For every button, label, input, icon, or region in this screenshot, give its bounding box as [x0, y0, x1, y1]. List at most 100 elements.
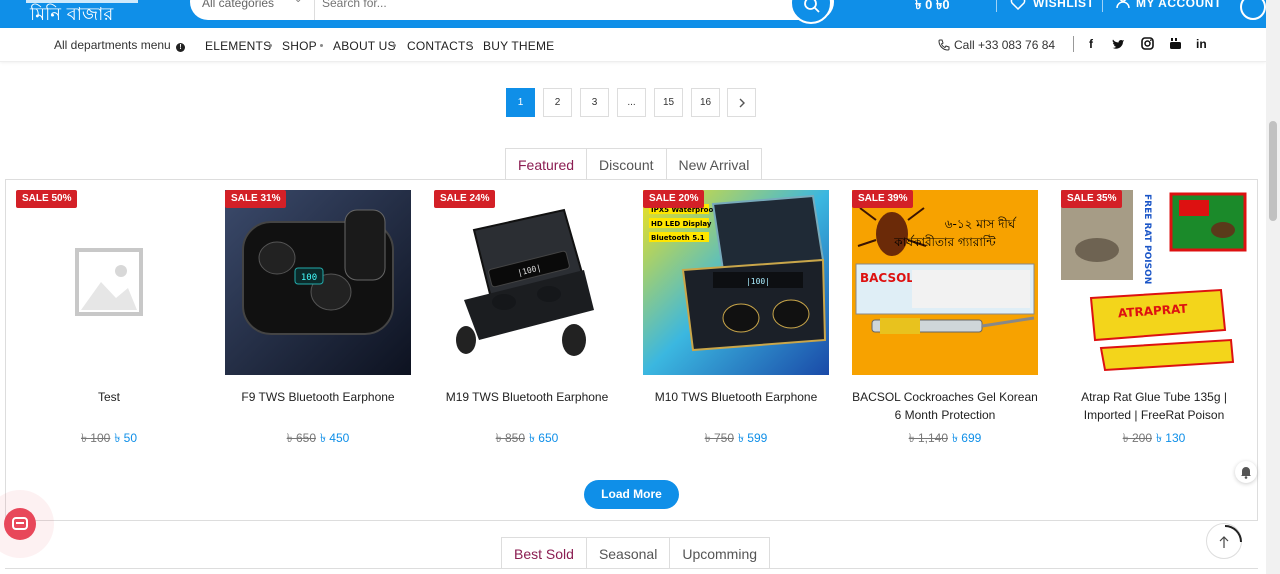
instagram-icon[interactable] [1141, 37, 1154, 50]
product-image-caption: ৬-১২ মাস দীর্ঘ [945, 217, 1018, 231]
old-price: ৳ 850 [495, 431, 525, 445]
svg-text:100: 100 [301, 273, 317, 283]
product-card[interactable] [16, 190, 202, 375]
chevron-right-icon [739, 98, 745, 108]
search-divider [314, 0, 315, 20]
product-card[interactable]: IPX5 Waterproof HD LED Display Bluetooth… [643, 190, 829, 375]
notification-bell-icon[interactable] [1235, 461, 1257, 483]
product-price: ৳ 1,140 ৳ 699 [852, 430, 1038, 450]
nav-item-shop[interactable]: SHOP [282, 39, 317, 53]
page-button-16[interactable]: 16 [691, 88, 720, 117]
departments-menu[interactable]: All departments menu [54, 38, 171, 52]
sale-badge: SALE 20% [643, 190, 705, 208]
nav-item-contacts[interactable]: CONTACTS [407, 39, 474, 53]
product-name[interactable]: F9 TWS Bluetooth Earphone [225, 388, 411, 406]
nav-separator [320, 44, 323, 47]
category-select[interactable]: All categories [202, 0, 274, 10]
logo-underline [26, 0, 138, 3]
nav-item-about-us[interactable]: ABOUT US [333, 39, 396, 53]
site-logo[interactable]: মিনি বাজার [30, 5, 113, 25]
product-price: ৳ 650 ৳ 450 [225, 430, 411, 450]
tab-discount[interactable]: Discount [587, 148, 667, 180]
product-card[interactable]: 100 [225, 190, 411, 375]
linkedin-icon[interactable]: in [1196, 37, 1207, 51]
chat-icon [12, 517, 28, 530]
back-to-top-button[interactable] [1206, 523, 1242, 559]
load-more-button[interactable]: Load More [584, 480, 679, 509]
product-name[interactable]: Test [16, 388, 202, 406]
product-price: ৳ 200 ৳ 130 [1061, 430, 1247, 450]
twitter-icon[interactable] [1112, 38, 1125, 50]
tab-upcomming[interactable]: Upcomming [670, 537, 771, 569]
new-price: ৳ 699 [952, 431, 982, 445]
tab-new-arrival[interactable]: New Arrival [666, 148, 763, 180]
facebook-icon[interactable]: f [1089, 37, 1093, 51]
product-name[interactable]: M10 TWS Bluetooth Earphone [643, 388, 829, 406]
main-nav: All departments menu ! ELEMENTS SHOP ABO… [0, 28, 1266, 62]
product-image-caption: Bluetooth 5.1 [651, 234, 705, 242]
product-image[interactable]: 100 [225, 190, 411, 375]
phone-number[interactable]: Call +33 083 76 84 [954, 38, 1055, 52]
product-name[interactable]: BACSOL Cockroaches Gel Korean 6 Month Pr… [852, 388, 1038, 424]
sale-badge: SALE 35% [1061, 190, 1123, 208]
user-icon[interactable] [1116, 0, 1130, 10]
secondary-product-tabs: Best Sold Seasonal Upcomming [501, 537, 771, 569]
nav-item-elements[interactable]: ELEMENTS [205, 39, 271, 53]
tab-best-sold[interactable]: Best Sold [501, 537, 587, 569]
nav-divider [1073, 36, 1074, 52]
chevron-down-icon: ⌄ [294, 0, 302, 5]
chat-button[interactable] [4, 508, 36, 540]
product-image-placeholder[interactable] [16, 190, 202, 375]
page-button-15[interactable]: 15 [654, 88, 683, 117]
page-scrollbar[interactable] [1266, 0, 1280, 574]
new-price: ৳ 50 [114, 431, 137, 445]
youtube-icon[interactable] [1169, 37, 1182, 50]
search-input[interactable] [322, 0, 762, 10]
product-image[interactable]: |100| [434, 190, 620, 375]
tab-seasonal[interactable]: Seasonal [586, 537, 671, 569]
sale-badge: SALE 31% [225, 190, 287, 208]
product-image[interactable]: ৬-১২ মাস দীর্ঘ কার্যকারীতার গ্যারান্টি B… [852, 190, 1038, 375]
product-card[interactable]: FREE RAT POISON ATRAPRAT [1061, 190, 1247, 375]
next-page-button[interactable] [727, 88, 756, 117]
new-price: ৳ 599 [738, 431, 768, 445]
heart-icon[interactable] [1010, 0, 1026, 10]
header-divider [996, 0, 997, 12]
product-image[interactable]: FREE RAT POISON ATRAPRAT [1061, 190, 1247, 375]
old-price: ৳ 650 [286, 431, 316, 445]
product-name[interactable]: Atrap Rat Glue Tube 135g | Imported | Fr… [1061, 388, 1247, 424]
product-card[interactable]: |100| [434, 190, 620, 375]
old-price: ৳ 100 [80, 431, 111, 445]
product-price: ৳ 850 ৳ 650 [434, 430, 620, 450]
page-ellipsis: ... [617, 88, 646, 117]
old-price: ৳ 1,140 [908, 431, 948, 445]
sale-badge: SALE 24% [434, 190, 496, 208]
product-tabs: Featured Discount New Arrival [505, 148, 763, 180]
product-price: ৳ 100 ৳ 50 [16, 430, 202, 450]
search-button[interactable] [790, 0, 832, 24]
top-header: মিনি বাজার All categories ⌄ ৳ 0 ৳0 WISHL… [0, 0, 1280, 28]
arrow-up-icon [1219, 525, 1242, 548]
svg-text:|100|: |100| [746, 277, 770, 286]
new-price: ৳ 450 [320, 431, 350, 445]
page-button-3[interactable]: 3 [580, 88, 609, 117]
sale-badge: SALE 50% [16, 190, 78, 208]
account-link[interactable]: MY ACCOUNT [1136, 0, 1222, 10]
cart-amount[interactable]: ৳ 0 ৳0 [915, 0, 950, 17]
phone-icon [938, 39, 950, 51]
product-image[interactable]: IPX5 Waterproof HD LED Display Bluetooth… [643, 190, 829, 375]
scrollbar-thumb[interactable] [1269, 121, 1277, 221]
nav-item-buy-theme[interactable]: BUY THEME [483, 39, 554, 53]
product-price: ৳ 750 ৳ 599 [643, 430, 829, 450]
old-price: ৳ 200 [1122, 431, 1152, 445]
tab-featured[interactable]: Featured [505, 148, 588, 180]
page-button-2[interactable]: 2 [543, 88, 572, 117]
wishlist-link[interactable]: WISHLIST [1033, 0, 1094, 10]
product-name[interactable]: M19 TWS Bluetooth Earphone [434, 388, 620, 406]
product-card[interactable]: ৬-১২ মাস দীর্ঘ কার্যকারীতার গ্যারান্টি B… [852, 190, 1038, 375]
page-button-1[interactable]: 1 [506, 88, 535, 117]
panel-border [5, 568, 1258, 569]
product-image-caption: BACSOL [860, 271, 914, 285]
search-icon [804, 0, 820, 13]
hamburger-menu-icon[interactable] [1240, 0, 1266, 20]
